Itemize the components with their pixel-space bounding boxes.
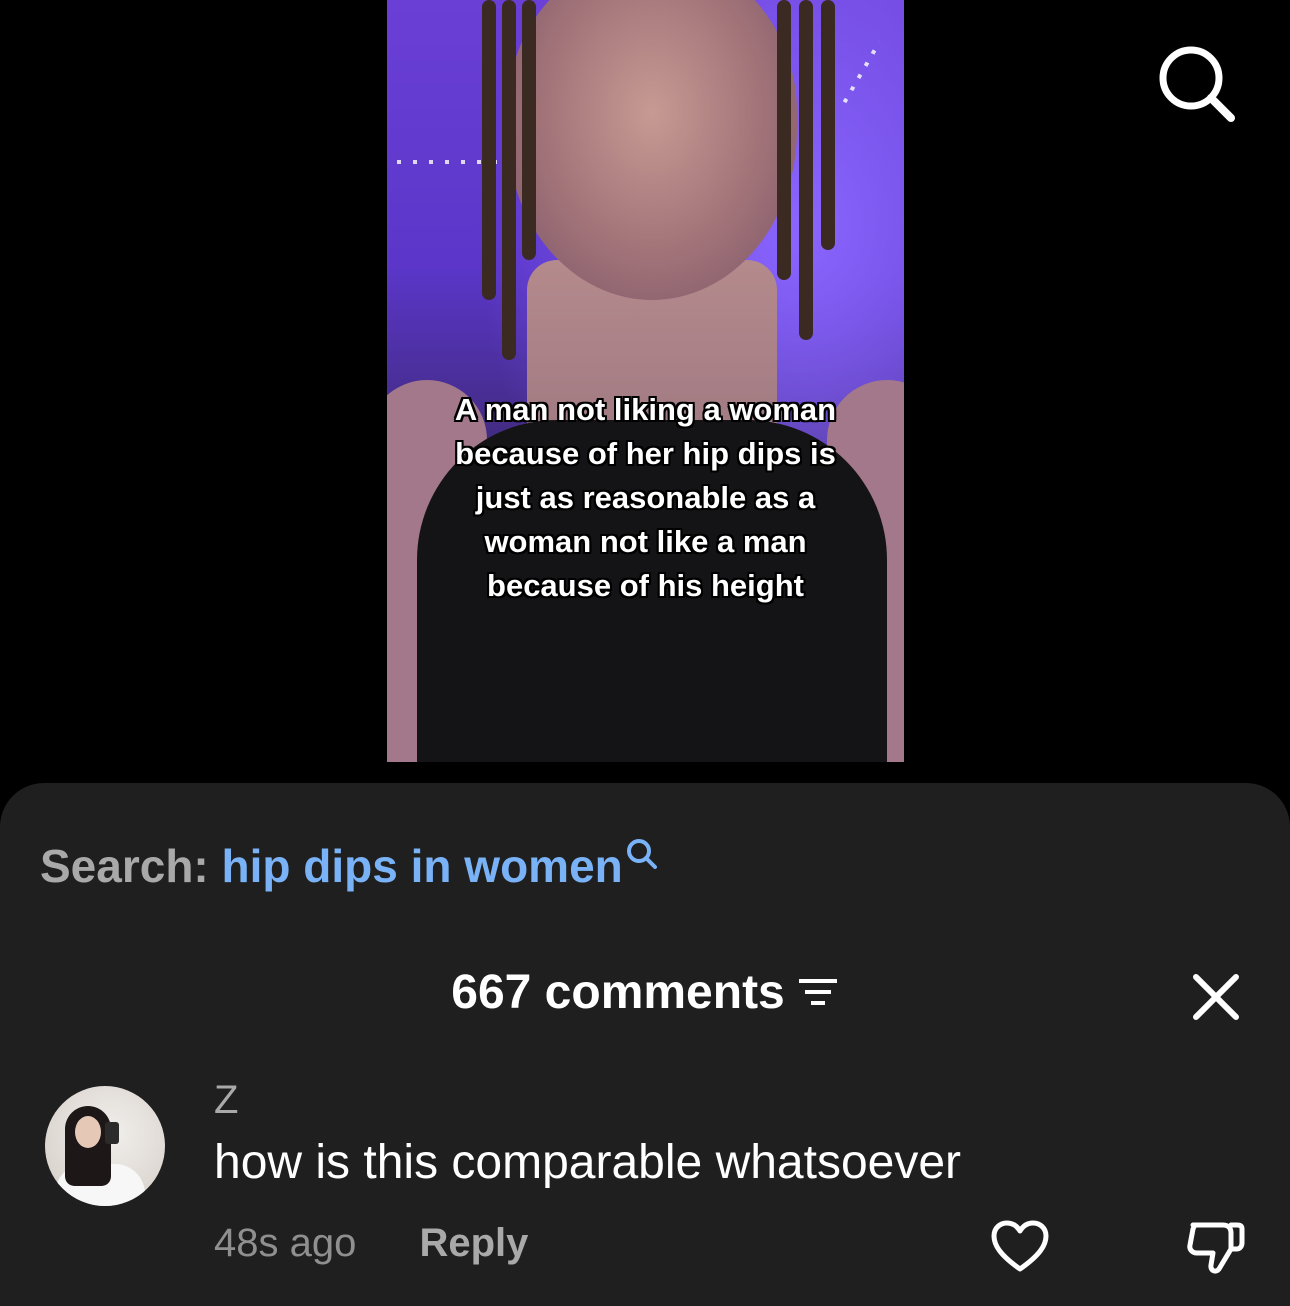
hair-lock: [821, 0, 835, 250]
thumbs-down-icon[interactable]: [1185, 1219, 1245, 1275]
comment-username[interactable]: Z: [214, 1078, 238, 1123]
filter-icon[interactable]: [797, 975, 839, 1009]
search-icon[interactable]: [1155, 42, 1240, 127]
hair-lock: [777, 0, 791, 280]
comment-count-header: 667 comments: [0, 965, 1290, 1020]
search-query-link[interactable]: hip dips in women: [222, 840, 623, 892]
avatar-face: [75, 1116, 101, 1148]
video-player[interactable]: A man not liking a woman because of her …: [387, 0, 904, 762]
video-caption: A man not liking a woman because of her …: [454, 392, 837, 603]
hair-lock: [482, 0, 496, 300]
search-icon: [626, 839, 657, 869]
comment-text: how is this comparable whatsoever: [214, 1136, 962, 1189]
comments-sheet: Search: hip dips in women 667 comments Z…: [0, 783, 1290, 1306]
reply-button[interactable]: Reply: [419, 1221, 528, 1265]
heart-outline-icon[interactable]: [990, 1219, 1050, 1275]
close-icon[interactable]: [1190, 971, 1242, 1023]
comment-timestamp: 48s ago: [214, 1221, 357, 1265]
hair-lock: [522, 0, 536, 260]
avatar[interactable]: [45, 1086, 165, 1206]
comment-meta: 48s ago Reply: [214, 1221, 528, 1266]
comment-count: 667 comments: [451, 966, 785, 1019]
related-search[interactable]: Search: hip dips in women: [40, 839, 659, 893]
search-prefix: Search:: [40, 840, 209, 892]
avatar-phone: [105, 1122, 119, 1144]
hair-lock: [799, 0, 813, 340]
hair-lock: [502, 0, 516, 360]
